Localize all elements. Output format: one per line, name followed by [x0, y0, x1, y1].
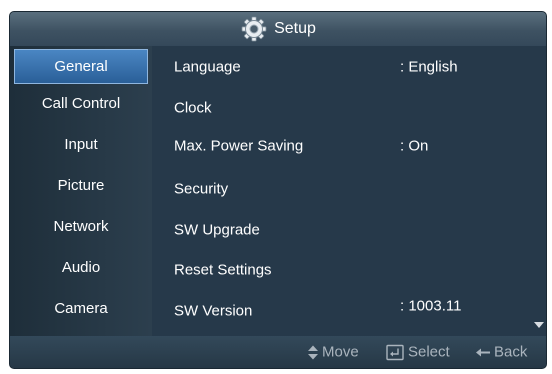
sidebar-item-general[interactable]: General: [14, 49, 148, 84]
sidebar-item-input[interactable]: Input: [10, 126, 152, 162]
sidebar-item-call-control[interactable]: Call Control: [10, 85, 152, 121]
sidebar-item-label: Call Control: [41, 94, 121, 112]
up-down-arrows-icon: [308, 345, 318, 359]
key-hint-bar: Move Select Back: [10, 336, 546, 368]
sidebar-item-network[interactable]: Network: [10, 208, 152, 244]
setting-label: Security: [174, 180, 229, 198]
sidebar-item-label: Network: [53, 217, 109, 235]
back-arrow-icon: [476, 348, 490, 356]
setting-label: Max. Power Saving: [174, 137, 304, 155]
sidebar-item-camera[interactable]: Camera: [10, 290, 152, 326]
back-hint: Back: [476, 344, 527, 361]
setting-value: : On: [400, 137, 429, 155]
sidebar-item-label: Picture: [57, 176, 105, 194]
sidebar-item-label: Audio: [61, 258, 101, 276]
setting-label: SW Upgrade: [174, 221, 260, 239]
select-hint: Select: [386, 344, 450, 361]
move-label: Move: [322, 343, 359, 361]
setup-menu-window: Setup General Call Control Input Picture…: [10, 12, 546, 368]
setting-label: SW Version: [174, 302, 253, 320]
setting-row-sw-upgrade[interactable]: SW Upgrade: [152, 212, 546, 248]
sidebar-item-label: General: [54, 58, 108, 75]
enter-icon: [386, 344, 404, 360]
back-label: Back: [494, 343, 528, 361]
sidebar-item-picture[interactable]: Picture: [10, 167, 152, 203]
sidebar-item-audio[interactable]: Audio: [10, 249, 152, 285]
setting-row-clock[interactable]: Clock: [152, 90, 546, 126]
sidebar-item-label: Input: [64, 135, 98, 153]
setting-row-language[interactable]: Language : English: [152, 49, 546, 85]
sidebar: General Call Control Input Picture Netwo…: [10, 46, 152, 336]
setting-label: Reset Settings: [174, 261, 272, 279]
setting-row-max-power-saving[interactable]: Max. Power Saving : On: [152, 128, 546, 164]
gear-icon: [241, 16, 267, 42]
page-title: Setup: [274, 20, 316, 37]
setting-label: Clock: [174, 99, 212, 117]
sidebar-item-label: Camera: [54, 299, 108, 317]
select-label: Select: [408, 343, 450, 361]
scroll-down-icon[interactable]: [534, 322, 544, 328]
setting-value: : 1003.11: [400, 297, 462, 315]
setting-value: : English: [400, 58, 458, 76]
setting-row-sw-version[interactable]: SW Version : 1003.11: [152, 293, 546, 329]
setting-row-reset-settings[interactable]: Reset Settings: [152, 252, 546, 288]
title-bar: Setup: [10, 12, 546, 46]
settings-panel: Language : English Clock Max. Power Savi…: [152, 46, 546, 336]
setting-row-security[interactable]: Security: [152, 171, 546, 207]
move-hint: Move: [308, 344, 359, 361]
setting-label: Language: [174, 58, 241, 76]
